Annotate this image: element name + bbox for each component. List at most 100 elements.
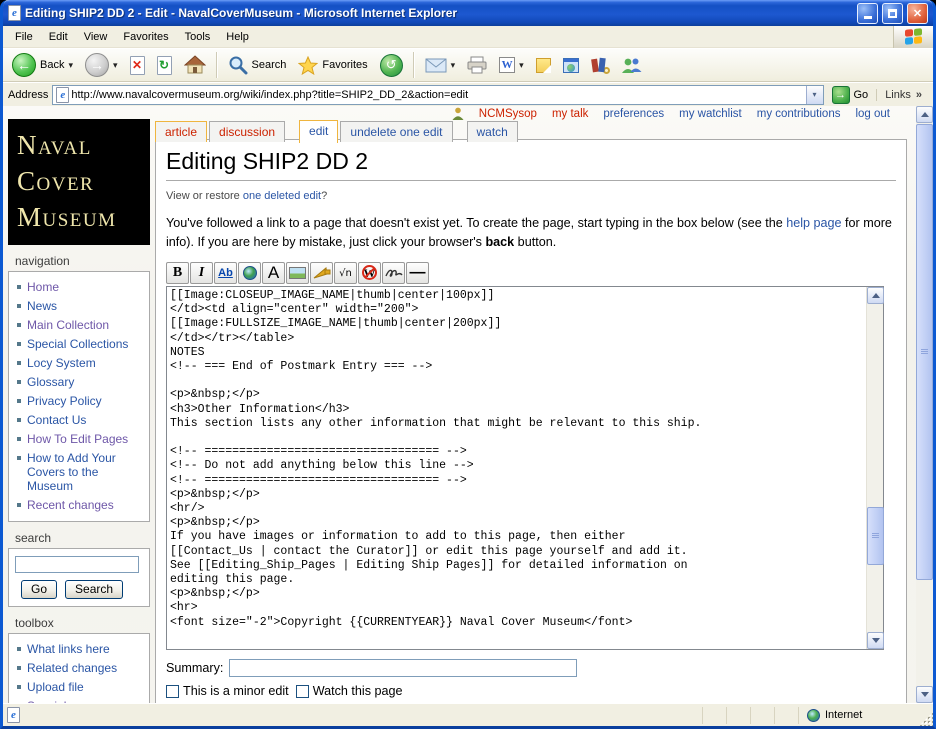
maximize-button[interactable] <box>882 2 903 24</box>
page-scroll-down-button[interactable] <box>916 686 933 703</box>
menu-view[interactable]: View <box>76 28 116 46</box>
print-button[interactable] <box>462 54 492 76</box>
userbar-preferences-link[interactable]: preferences <box>603 108 664 120</box>
sidebar-item-recent-changes[interactable]: Recent changes <box>13 495 147 514</box>
back-dropdown-icon[interactable]: ▾ <box>68 60 73 71</box>
links-toolbar[interactable]: Links » <box>876 88 928 101</box>
search-button[interactable]: Search <box>223 53 292 77</box>
summary-input[interactable] <box>229 659 578 677</box>
sidebar-item-glossary[interactable]: Glossary <box>13 372 147 391</box>
userbar-mytalk-link[interactable]: my talk <box>552 108 588 120</box>
forward-button[interactable]: → ▾ <box>80 51 123 79</box>
scrollbar-thumb[interactable] <box>867 507 884 565</box>
watch-page-checkbox[interactable] <box>295 684 309 698</box>
search-search-button[interactable]: Search <box>65 580 124 599</box>
stop-button[interactable]: ✕ <box>125 54 150 77</box>
signature-button[interactable] <box>382 262 405 284</box>
edit-options-row: This is a minor edit Watch this page <box>166 684 896 698</box>
page-scrollbar[interactable] <box>916 106 933 703</box>
discuss-button[interactable] <box>558 56 584 75</box>
forward-dropdown-icon[interactable]: ▾ <box>113 60 118 71</box>
scroll-up-button[interactable] <box>867 287 884 304</box>
search-go-button[interactable]: Go <box>21 580 58 599</box>
mail-button[interactable]: ▾ <box>420 56 461 75</box>
toolbox-item-what-links-here[interactable]: What links here <box>13 639 147 658</box>
edit-with-word-button[interactable]: W ▾ <box>494 55 529 75</box>
bold-button[interactable]: B <box>166 262 189 284</box>
go-button[interactable]: → Go <box>828 85 873 104</box>
deleted-edit-link[interactable]: one deleted edit <box>243 190 321 202</box>
sidebar-item-special-collections[interactable]: Special Collections <box>13 334 147 353</box>
search-input[interactable] <box>15 556 139 573</box>
media-file-button[interactable] <box>310 262 333 284</box>
sidebar-item-privacy-policy[interactable]: Privacy Policy <box>13 391 147 410</box>
horizontal-rule-button[interactable]: — <box>406 262 429 284</box>
windows-flag-icon <box>905 28 922 45</box>
menu-file[interactable]: File <box>7 28 41 46</box>
userbar-logout-link[interactable]: log out <box>855 108 890 120</box>
sidebar-item-how-to-edit-pages[interactable]: How To Edit Pages <box>13 429 147 448</box>
page-viewport: NCMSysop my talk preferences my watchlis… <box>3 106 933 703</box>
favorites-star-icon <box>298 55 319 75</box>
close-button[interactable]: ✕ <box>907 2 928 24</box>
address-input[interactable] <box>69 88 806 101</box>
internal-link-button[interactable]: Ab <box>214 262 237 284</box>
tab-article[interactable]: article <box>155 121 208 142</box>
toolbox-item-related-changes[interactable]: Related changes <box>13 658 147 677</box>
toolbox-portlet: What links here Related changes Upload f… <box>8 633 150 703</box>
userbar-contributions-link[interactable]: my contributions <box>757 108 841 120</box>
menu-favorites[interactable]: Favorites <box>115 28 176 46</box>
back-button[interactable]: ← Back ▾ <box>7 51 78 79</box>
menu-tools[interactable]: Tools <box>177 28 219 46</box>
minor-edit-checkbox[interactable] <box>166 684 179 698</box>
userbar-watchlist-link[interactable]: my watchlist <box>679 108 742 120</box>
tab-watch[interactable]: watch <box>466 121 518 142</box>
toolbox-item-special-pages[interactable]: Special pages <box>13 696 147 704</box>
sidebar-item-news[interactable]: News <box>13 296 147 315</box>
menu-edit[interactable]: Edit <box>41 28 76 46</box>
menu-bar: File Edit View Favorites Tools Help <box>3 25 933 48</box>
history-button[interactable]: ↺ <box>375 52 408 79</box>
help-page-link[interactable]: help page <box>786 216 841 230</box>
research-button[interactable] <box>586 55 614 75</box>
nowiki-button[interactable]: W <box>358 262 381 284</box>
sidebar-item-contact-us[interactable]: Contact Us <box>13 410 147 429</box>
home-button[interactable] <box>179 53 211 77</box>
sidebar-item-locy-system[interactable]: Locy System <box>13 353 147 372</box>
logo-line-2: Cover <box>17 166 95 196</box>
scroll-down-button[interactable] <box>867 632 884 649</box>
word-dropdown-icon[interactable]: ▾ <box>519 60 524 71</box>
page-scrollbar-thumb[interactable] <box>916 124 933 580</box>
italic-button[interactable]: I <box>190 262 213 284</box>
mail-dropdown-icon[interactable]: ▾ <box>451 60 456 71</box>
scroll-down-icon <box>871 638 880 647</box>
tab-edit[interactable]: edit <box>299 120 339 143</box>
back-label: Back <box>40 59 65 71</box>
menu-help[interactable]: Help <box>218 28 257 46</box>
user-links-bar: NCMSysop my talk preferences my watchlis… <box>452 107 890 120</box>
sidebar-item-add-your-covers[interactable]: How to Add Your Covers to the Museum <box>13 448 147 495</box>
search-portlet: Go Search <box>8 548 150 607</box>
sidebar: Naval Cover Museum navigation Home News … <box>8 119 150 703</box>
sidebar-item-main-collection[interactable]: Main Collection <box>13 315 147 334</box>
headline-button[interactable]: A <box>262 262 285 284</box>
userbar-username-link[interactable]: NCMSysop <box>479 108 537 120</box>
tab-undelete[interactable]: undelete one edit <box>340 121 453 142</box>
external-link-button[interactable] <box>238 262 261 284</box>
address-dropdown-button[interactable]: ▾ <box>805 85 823 104</box>
favorites-button[interactable]: Favorites <box>293 54 372 77</box>
toolbox-item-upload-file[interactable]: Upload file <box>13 677 147 696</box>
sidebar-item-home[interactable]: Home <box>13 277 147 296</box>
messenger-button[interactable] <box>616 55 647 76</box>
tab-discussion[interactable]: discussion <box>209 121 286 142</box>
sticky-note-button[interactable] <box>531 56 556 75</box>
refresh-button[interactable]: ↻ <box>152 54 177 77</box>
wikitext-editor[interactable]: [[Image:CLOSEUP_IMAGE_NAME|thumb|center|… <box>166 286 884 650</box>
embedded-image-button[interactable] <box>286 262 309 284</box>
page-scroll-up-button[interactable] <box>916 106 933 123</box>
forward-icon: → <box>85 53 109 77</box>
editor-scrollbar[interactable] <box>866 287 884 649</box>
math-button[interactable]: √n <box>334 262 357 284</box>
site-logo[interactable]: Naval Cover Museum <box>8 119 150 245</box>
minimize-button[interactable] <box>857 2 878 24</box>
